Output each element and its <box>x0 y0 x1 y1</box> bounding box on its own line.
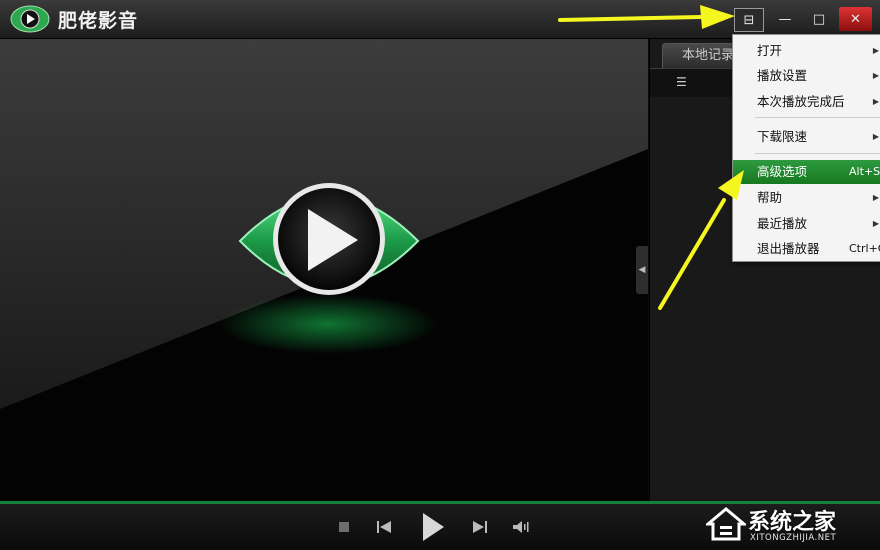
menu-item-after-playback[interactable]: 本次播放完成后 ▶ <box>733 90 880 114</box>
next-icon[interactable] <box>472 520 488 534</box>
minimize-button[interactable]: — <box>770 7 800 31</box>
watermark-text: 系统之家 <box>748 510 837 535</box>
menu-item-help[interactable]: 帮助 ▶ <box>733 186 880 210</box>
volume-icon[interactable] <box>512 520 530 534</box>
watermark: 系统之家 XITONGZHIJIA.NET <box>702 500 880 548</box>
submenu-arrow-icon: ▶ <box>872 219 879 228</box>
app-title: 肥佬影音 <box>58 10 139 32</box>
watermark-url: XITONGZHIJIA.NET <box>750 533 837 543</box>
main-context-menu: 打开 ▶ 播放设置 ▶ 本次播放完成后 ▶ 下载限速 ▶ 高级选项 Alt+S … <box>732 34 880 262</box>
menu-item-exit-player[interactable]: 退出播放器 Ctrl+Q <box>733 237 880 261</box>
big-play-button[interactable] <box>236 171 422 351</box>
menu-item-download-speed-limit[interactable]: 下载限速 ▶ <box>733 125 880 149</box>
submenu-arrow-icon: ▶ <box>872 132 879 141</box>
house-logo-icon <box>706 507 746 541</box>
video-area[interactable] <box>0 39 648 501</box>
panel-collapse-handle[interactable]: ◀ <box>636 246 648 294</box>
stop-icon[interactable] <box>338 521 350 533</box>
maximize-button[interactable]: □ <box>804 7 834 31</box>
previous-icon[interactable] <box>376 520 392 534</box>
play-icon[interactable] <box>420 511 446 543</box>
playlist-icon[interactable]: ☰ <box>676 75 687 89</box>
submenu-arrow-icon: ▶ <box>872 97 879 106</box>
menu-separator <box>755 117 880 118</box>
menu-item-open[interactable]: 打开 ▶ <box>733 39 880 63</box>
submenu-arrow-icon: ▶ <box>872 71 879 80</box>
app-logo-icon <box>10 5 50 33</box>
menu-item-recent-playback[interactable]: 最近播放 ▶ <box>733 212 880 236</box>
close-button[interactable]: ✕ <box>839 7 872 31</box>
submenu-arrow-icon: ▶ <box>872 193 879 202</box>
menu-item-playback-settings[interactable]: 播放设置 ▶ <box>733 64 880 88</box>
main-menu-button[interactable]: ⊟ <box>734 8 764 32</box>
menu-item-advanced-options[interactable]: 高级选项 Alt+S <box>733 160 880 184</box>
submenu-arrow-icon: ▶ <box>872 46 879 55</box>
menu-separator <box>755 153 880 154</box>
